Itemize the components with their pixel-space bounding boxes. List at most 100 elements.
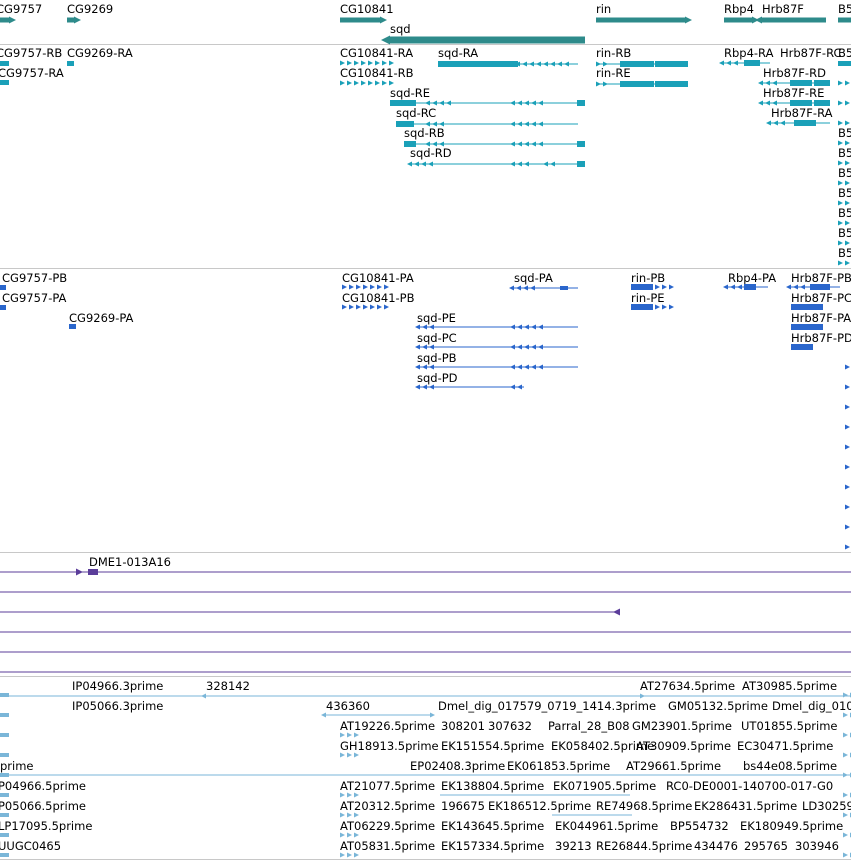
est-label[interactable]: 328142 [206,679,250,693]
est-label[interactable]: EK286431.5prime [694,799,797,813]
est-label[interactable]: 307632 [488,719,532,733]
transcript-label[interactable]: Rbp4-RA [724,46,773,60]
protein-label[interactable]: rin-PE [631,291,665,305]
transcript-label[interactable]: sqd-RB [404,126,445,140]
gene-label[interactable]: CG9757 [0,2,42,16]
protein-label[interactable]: Hrb87F-PC [791,291,851,305]
feature-block[interactable] [0,80,9,85]
feature-block[interactable] [655,61,688,67]
feature-block[interactable] [0,305,6,310]
transcript-label[interactable]: Hrb87F-RE [763,86,824,100]
est-label[interactable]: 295765 [744,839,788,853]
transcript-label[interactable]: B5 [838,206,851,220]
gene-label[interactable]: rin [596,2,611,16]
transcript-label[interactable]: sqd-RE [390,86,430,100]
est-label[interactable]: Parral_28_B08 [548,719,630,733]
est-label[interactable]: bs44e08.5prime [743,759,837,773]
feature-block[interactable] [0,753,9,757]
transcript-label[interactable]: sqd-RC [396,106,436,120]
est-label[interactable]: RC0-DE0001-140700-017-G0 [666,779,833,793]
protein-label[interactable]: CG9269-PA [69,311,133,325]
feature-block[interactable] [838,61,851,66]
transcript-label[interactable]: Hrb87F-RD [763,66,826,80]
protein-label[interactable]: sqd-PB [417,351,457,365]
feature-block[interactable] [724,17,752,23]
feature-block[interactable] [620,81,654,87]
feature-block[interactable] [744,60,760,66]
gene-label[interactable]: Hrb87F [762,2,804,16]
est-label[interactable]: BP554732 [670,819,729,833]
transcript-label[interactable]: CG9269-RA [67,46,133,60]
est-label[interactable]: AT06229.5prime [340,819,435,833]
protein-label[interactable]: CG10841-PB [342,291,415,305]
transcript-label[interactable]: B5 [838,246,851,260]
est-label[interactable]: 39213 [555,839,592,853]
feature-block[interactable] [577,161,585,167]
transcript-label[interactable]: Hrb87F-RC [780,46,842,60]
feature-block[interactable] [340,17,380,23]
est-label[interactable]: EK061853.5prime [507,759,610,773]
est-label[interactable]: RE26844.5prime [596,839,692,853]
est-label[interactable]: EK151554.5prime [441,739,544,753]
feature-block[interactable] [577,141,585,147]
transcript-label[interactable]: rin-RE [596,66,631,80]
est-label[interactable]: AT30909.5prime [636,739,731,753]
est-label[interactable]: Dmel_dig_010 [772,699,851,713]
protein-label[interactable]: CG9757-PA [2,291,66,305]
est-label[interactable]: AT20312.5prime [340,799,435,813]
protein-label[interactable]: CG9757-PB [2,271,67,285]
protein-label[interactable]: Rbp4-PA [728,271,776,285]
gene-label[interactable]: Rbp4 [724,2,754,16]
gene-label[interactable]: CG9269 [67,2,113,16]
feature-block[interactable] [0,833,9,837]
protein-label[interactable]: sqd-PC [417,331,457,345]
feature-block[interactable] [0,813,9,817]
feature-block[interactable] [560,286,568,290]
protein-label[interactable]: sqd-PA [514,271,553,285]
protein-label[interactable]: rin-PB [631,271,665,285]
feature-block[interactable] [67,17,74,23]
protein-label[interactable]: Hrb87F-PB [791,271,851,285]
est-label[interactable]: P05066.5prime [0,799,86,813]
feature-block[interactable] [390,36,585,44]
protein-label[interactable]: sqd-PD [417,371,458,385]
est-label[interactable]: RE74968.5prime [596,799,692,813]
gene-label[interactable]: sqd [390,22,411,36]
transcript-label[interactable]: B5 [838,186,851,200]
clone-label[interactable]: DME1-013A16 [89,555,171,569]
est-label[interactable]: EP02408.3prime [410,759,505,773]
est-label[interactable]: EK143645.5prime [441,819,544,833]
est-label[interactable]: P04966.5prime [0,779,86,793]
protein-label[interactable]: sqd-PE [417,311,456,325]
est-label[interactable]: prime [0,759,34,773]
feature-block[interactable] [0,693,9,697]
est-label[interactable]: 196675 [441,799,485,813]
est-label[interactable]: IP05066.3prime [72,699,163,713]
est-label[interactable]: EC30471.5prime [737,739,833,753]
est-label[interactable]: AT27634.5prime [640,679,735,693]
est-label[interactable]: LD30259 [802,799,851,813]
feature-block[interactable] [0,285,6,290]
est-label[interactable]: IP04966.3prime [72,679,163,693]
gene-label[interactable]: CG10841 [340,2,394,16]
transcript-label[interactable]: CG9757-RA [0,66,64,80]
transcript-label[interactable]: Hrb87F-RA [771,106,832,120]
feature-block[interactable] [67,61,74,66]
est-label[interactable]: AT05831.5prime [340,839,435,853]
feature-block[interactable] [438,61,518,67]
est-label[interactable]: AT19226.5prime [340,719,435,733]
est-label[interactable]: AT30985.5prime [742,679,837,693]
feature-block[interactable] [838,17,851,23]
est-label[interactable]: GM05132.5prime [668,699,768,713]
feature-block[interactable] [88,569,98,575]
est-label[interactable]: UUGC0465 [0,839,61,853]
est-label[interactable]: EK157334.5prime [441,839,544,853]
transcript-label[interactable]: B5 [838,226,851,240]
feature-block[interactable] [596,17,685,23]
est-label[interactable]: 436360 [326,699,370,713]
feature-block[interactable] [0,853,9,857]
est-label[interactable]: 308201 [441,719,485,733]
feature-block[interactable] [762,17,826,23]
est-label[interactable]: 434476 [694,839,738,853]
est-label[interactable]: 303946 [795,839,839,853]
